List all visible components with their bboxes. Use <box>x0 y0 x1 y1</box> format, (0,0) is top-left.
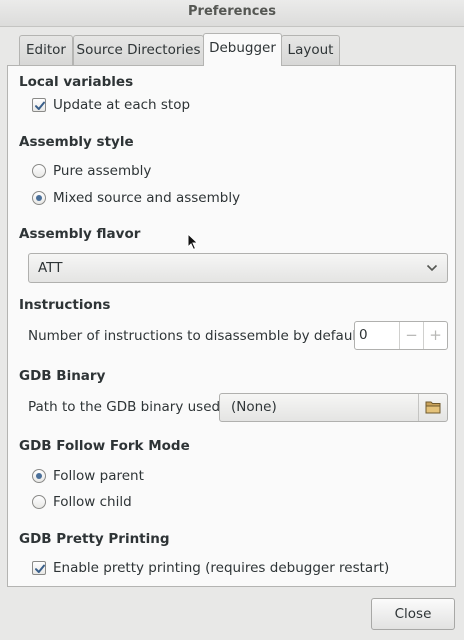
tab-editor[interactable]: Editor <box>19 35 73 66</box>
debugger-panel: Local variables Update at each stop Asse… <box>7 65 456 587</box>
file-chooser-divider <box>418 394 419 421</box>
section-title-assembly-style: Assembly style <box>19 134 134 150</box>
increment-button[interactable]: + <box>424 322 447 349</box>
radio-selected-dot <box>36 195 42 201</box>
gdb-binary-label: Path to the GDB binary used <box>28 399 221 415</box>
follow-child-radio[interactable] <box>32 495 46 509</box>
chevron-down-icon <box>426 264 438 272</box>
mixed-source-assembly-label: Mixed source and assembly <box>53 190 241 206</box>
mouse-pointer-icon <box>187 233 199 251</box>
section-title-instructions: Instructions <box>19 297 111 313</box>
mixed-source-assembly-radio[interactable] <box>32 191 46 205</box>
update-each-stop-checkbox[interactable] <box>32 98 46 112</box>
gdb-binary-file-chooser[interactable]: (None) <box>219 393 448 422</box>
instructions-spinbutton[interactable]: 0 − + <box>354 321 448 350</box>
pure-assembly-label: Pure assembly <box>53 163 152 179</box>
tab-source-directories[interactable]: Source Directories <box>73 35 204 66</box>
pretty-printing-label: Enable pretty printing (requires debugge… <box>53 560 390 576</box>
instructions-label: Number of instructions to disassemble by… <box>28 328 362 344</box>
section-title-gdb-binary: GDB Binary <box>19 368 106 384</box>
follow-parent-radio[interactable] <box>32 469 46 483</box>
tab-debugger[interactable]: Debugger <box>203 33 282 66</box>
follow-parent-label: Follow parent <box>53 468 144 484</box>
tab-layout[interactable]: Layout <box>281 35 340 66</box>
instructions-value: 0 <box>359 327 368 343</box>
follow-child-label: Follow child <box>53 494 132 510</box>
checkmark-icon <box>35 101 45 110</box>
section-title-pretty-printing: GDB Pretty Printing <box>19 531 170 547</box>
section-title-local-variables: Local variables <box>19 74 134 90</box>
pure-assembly-radio[interactable] <box>32 164 46 178</box>
checkmark-icon <box>35 564 45 573</box>
folder-icon <box>425 401 441 414</box>
assembly-flavor-combo[interactable]: ATT <box>28 253 448 283</box>
assembly-flavor-value: ATT <box>38 260 63 276</box>
section-title-assembly-flavor: Assembly flavor <box>19 226 141 242</box>
gdb-binary-value: (None) <box>231 399 277 415</box>
close-button[interactable]: Close <box>371 598 455 630</box>
pretty-printing-checkbox[interactable] <box>32 561 46 575</box>
radio-selected-dot <box>36 473 42 479</box>
section-title-fork-mode: GDB Follow Fork Mode <box>19 438 190 454</box>
decrement-button[interactable]: − <box>400 322 423 349</box>
window-title: Preferences <box>0 0 464 27</box>
update-each-stop-label: Update at each stop <box>53 97 191 113</box>
